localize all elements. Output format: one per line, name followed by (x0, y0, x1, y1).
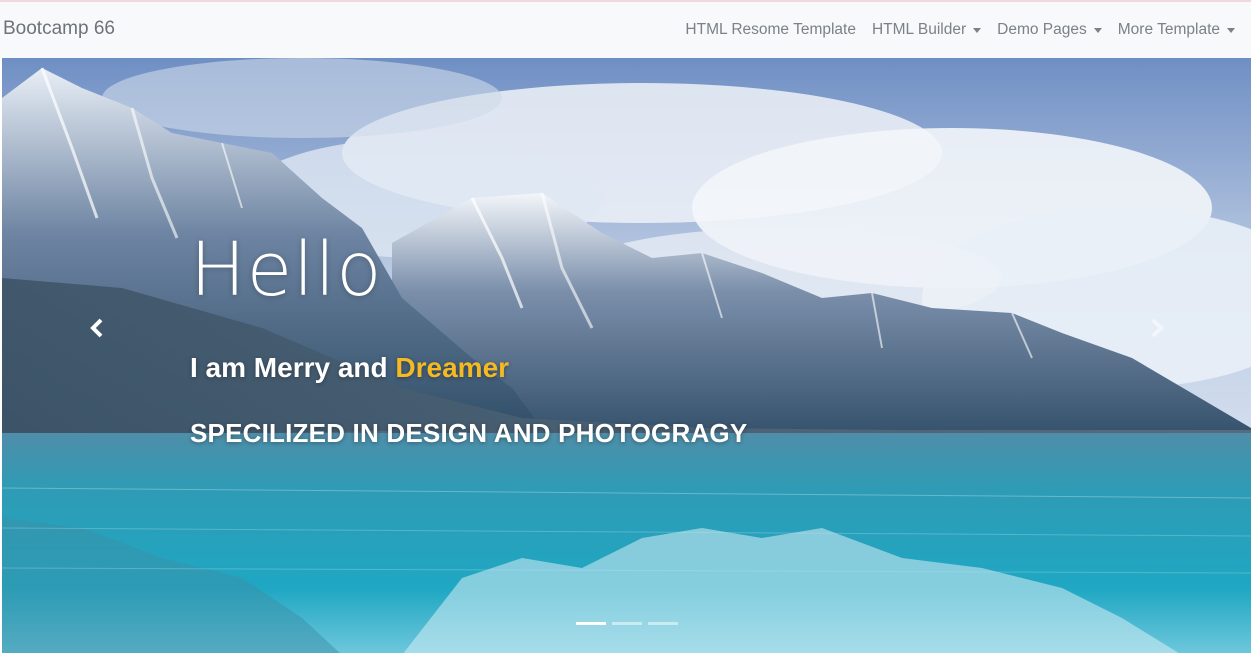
nav-item-html-builder[interactable]: HTML Builder (864, 21, 989, 39)
nav-item-label: HTML Builder (871, 21, 967, 38)
nav-item-html-resume-template[interactable]: HTML Resome Template (677, 21, 864, 39)
nav-item-label: Demo Pages (997, 21, 1087, 38)
nav-menu: HTML Resome Template HTML Builder Demo P… (677, 21, 1243, 39)
chevron-right-icon (1151, 318, 1164, 338)
carousel-next-button[interactable] (1145, 316, 1169, 340)
hero-heading: Hello (190, 227, 383, 313)
nav-item-more-template[interactable]: More Template (1110, 21, 1243, 39)
page: Bootcamp 66 HTML Resome Template HTML Bu… (0, 0, 1251, 653)
carousel-indicators (576, 622, 678, 625)
brand-link[interactable]: Bootcamp 66 (3, 18, 115, 40)
carousel-caption: Hello I am Merry and Dreamer SPECILIZED … (190, 233, 747, 449)
hero-tagline-accent: Dreamer (395, 352, 510, 383)
carousel-indicator[interactable] (648, 622, 678, 625)
caret-down-icon (1227, 27, 1235, 33)
nav-item-demo-pages[interactable]: Demo Pages (989, 21, 1110, 39)
carousel-prev-button[interactable] (85, 316, 109, 340)
nav-item-label: HTML Resome Template (685, 21, 856, 38)
nav-item-label: More Template (1117, 21, 1220, 38)
carousel-indicator[interactable] (576, 622, 606, 625)
carousel-indicator[interactable] (612, 622, 642, 625)
hero-subtitle: SPECILIZED IN DESIGN AND PHOTOGRAGY (190, 418, 748, 448)
caret-down-icon (973, 27, 982, 33)
caret-down-icon (1093, 27, 1102, 33)
hero-tagline: I am Merry and Dreamer (190, 352, 747, 384)
navbar: Bootcamp 66 HTML Resome Template HTML Bu… (0, 2, 1251, 58)
chevron-left-icon (90, 318, 103, 338)
hero-tagline-prefix: I am Merry and (190, 352, 396, 383)
hero-carousel: Hello I am Merry and Dreamer SPECILIZED … (2, 58, 1251, 653)
